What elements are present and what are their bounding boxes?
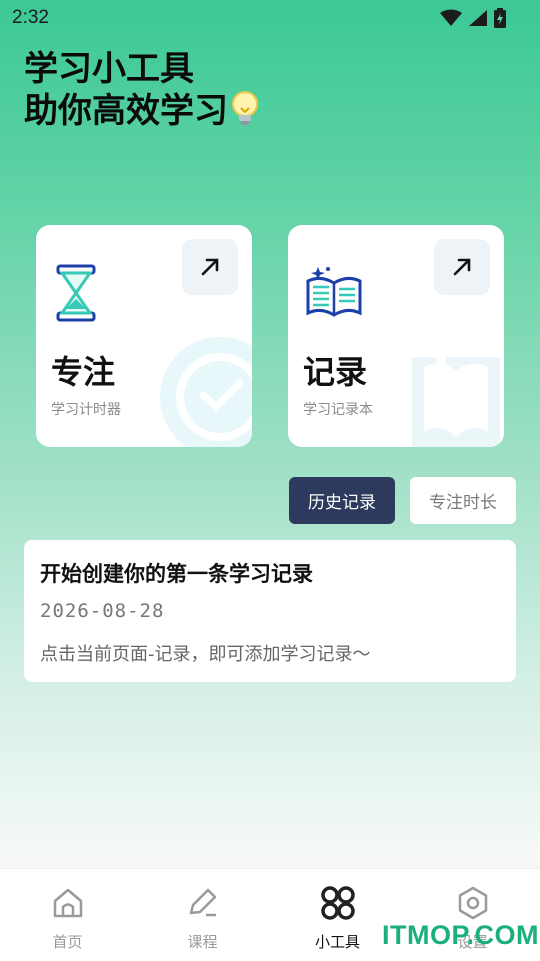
edit-icon xyxy=(189,888,216,917)
record-card[interactable]: 记录 学习记录本 xyxy=(288,225,504,447)
tab-home-label: 首页 xyxy=(52,933,83,951)
signal-icon xyxy=(469,10,487,26)
tab-courses-label: 课程 xyxy=(187,933,218,951)
focus-duration-button[interactable]: 专注时长 xyxy=(410,477,516,524)
lightbulb-icon xyxy=(230,90,260,138)
record-list-item[interactable]: 开始创建你的第一条学习记录 2026-08-28 点击当前页面-记录，即可添加学… xyxy=(24,540,516,682)
wifi-icon xyxy=(440,9,462,26)
battery-icon xyxy=(494,8,506,28)
tab-home[interactable]: 首页 xyxy=(0,869,135,961)
home-icon xyxy=(53,888,82,918)
record-item-title: 开始创建你的第一条学习记录 xyxy=(40,562,313,586)
hero-heading: 学习小工具 助你高效学习 xyxy=(24,48,260,138)
arrow-up-right-icon xyxy=(201,258,219,276)
clock-watermark-icon xyxy=(160,337,252,447)
focus-card-subtitle: 学习计时器 xyxy=(51,402,121,418)
tab-courses[interactable]: 课程 xyxy=(135,869,270,961)
record-open-button[interactable] xyxy=(434,239,490,295)
hero-line-2: 助你高效学习 xyxy=(24,90,260,138)
settings-icon xyxy=(458,886,487,920)
focus-card[interactable]: 专注 学习计时器 xyxy=(36,225,252,447)
status-icons xyxy=(440,8,506,28)
history-records-button[interactable]: 历史记录 xyxy=(289,477,395,524)
hero-line-1: 学习小工具 xyxy=(24,49,194,89)
record-item-date: 2026-08-28 xyxy=(40,600,165,622)
arrow-up-right-icon xyxy=(453,258,471,276)
site-watermark: ITMOP.COM xyxy=(382,920,540,950)
open-book-icon xyxy=(306,267,362,317)
focus-card-title: 专注 xyxy=(51,353,116,391)
book-watermark-icon xyxy=(412,347,500,447)
hero-line-2-text: 助你高效学习 xyxy=(24,91,228,131)
status-bar: 2:32 xyxy=(0,0,540,36)
status-time: 2:32 xyxy=(12,7,49,28)
record-item-hint: 点击当前页面-记录，即可添加学习记录～ xyxy=(40,644,371,665)
record-card-subtitle: 学习记录本 xyxy=(303,402,373,418)
hourglass-icon xyxy=(56,264,96,322)
record-card-title: 记录 xyxy=(303,353,368,391)
focus-open-button[interactable] xyxy=(182,239,238,295)
tools-icon xyxy=(320,886,355,920)
